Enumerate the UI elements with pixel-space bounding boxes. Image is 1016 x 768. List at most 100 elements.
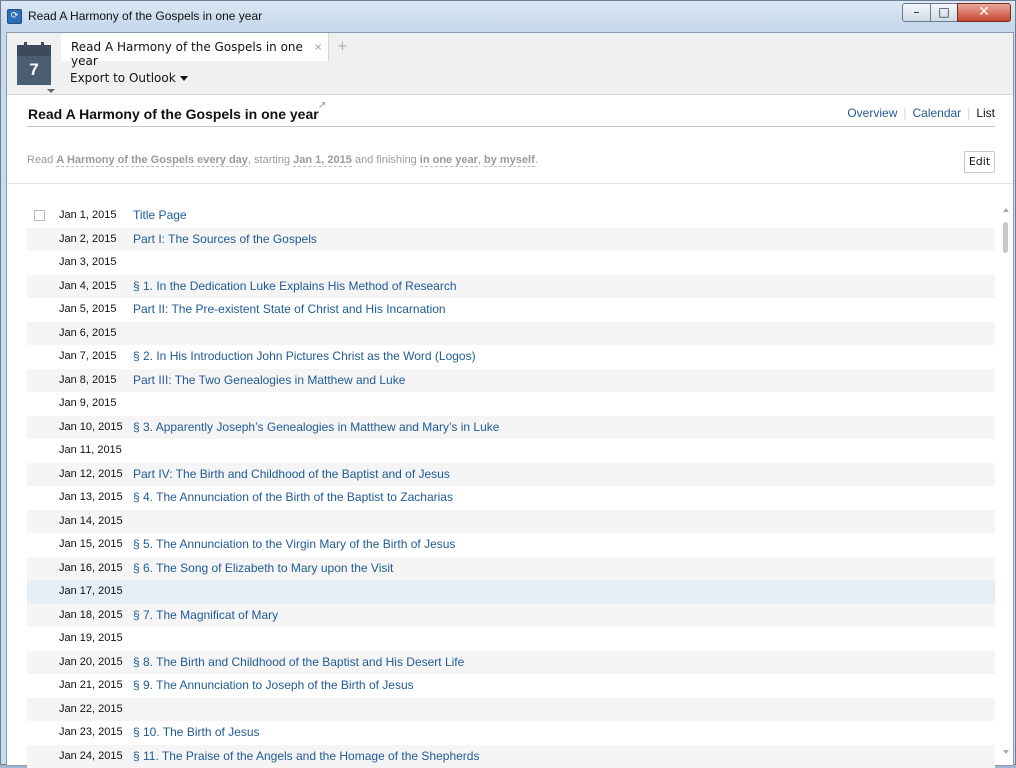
reading-link[interactable]: § 7. The Magnificat of Mary	[133, 608, 278, 622]
reading-link[interactable]: § 2. In His Introduction John Pictures C…	[133, 349, 476, 363]
scroll-up-icon[interactable]	[1003, 208, 1009, 212]
list-item[interactable]: Jan 5, 2015 Part II: The Pre-existent Sta…	[27, 298, 995, 322]
list-item[interactable]: Jan 24, 2015 § 11. The Praise of the Ange…	[27, 745, 995, 768]
app-icon: ⟳	[7, 9, 22, 24]
reading-date: Jan 21, 2015	[59, 679, 123, 691]
reading-link[interactable]: § 4. The Annunciation of the Birth of th…	[133, 490, 453, 504]
reading-date: Jan 1, 2015	[59, 209, 117, 221]
list-item[interactable]: Jan 6, 2015	[27, 322, 995, 346]
list-item[interactable]: Jan 15, 2015 § 5. The Annunciation to the…	[27, 533, 995, 557]
reading-date: Jan 13, 2015	[59, 491, 123, 503]
tab-overview[interactable]: Overview	[847, 106, 897, 120]
reading-date: Jan 23, 2015	[59, 726, 123, 738]
start-date-setting[interactable]: Jan 1, 2015	[293, 154, 352, 167]
list-item[interactable]: Jan 16, 2015 § 6. The Song of Elizabeth t…	[27, 557, 995, 581]
list-item[interactable]: Jan 7, 2015 § 2. In His Introduction John…	[27, 345, 995, 369]
minimize-button[interactable]: –	[902, 3, 931, 22]
reading-date: Jan 15, 2015	[59, 538, 123, 550]
reading-link[interactable]: Part II: The Pre-existent State of Chris…	[133, 302, 446, 316]
reading-date: Jan 3, 2015	[59, 256, 117, 268]
list-item[interactable]: Jan 19, 2015	[27, 627, 995, 651]
list-item[interactable]: Jan 1, 2015 Title Page	[27, 204, 995, 228]
list-item[interactable]: Jan 13, 2015 § 4. The Annunciation of the…	[27, 486, 995, 510]
reading-link[interactable]: § 6. The Song of Elizabeth to Mary upon …	[133, 561, 393, 575]
reading-link[interactable]: § 5. The Annunciation to the Virgin Mary…	[133, 537, 455, 551]
reading-date: Jan 16, 2015	[59, 562, 123, 574]
app-window: ⟳ Read A Harmony of the Gospels in one y…	[0, 0, 1016, 765]
view-switcher: Overview|Calendar|List	[847, 106, 995, 120]
close-button[interactable]: ✕	[957, 3, 1011, 22]
calendar-icon[interactable]: 7	[17, 45, 51, 85]
frequency-setting[interactable]: every day	[197, 154, 248, 167]
tab-calendar[interactable]: Calendar	[912, 106, 961, 120]
reading-date: Jan 14, 2015	[59, 515, 123, 527]
maximize-button[interactable]: □	[930, 3, 958, 22]
chevron-down-icon	[180, 76, 188, 81]
scroll-down-icon[interactable]	[1003, 750, 1009, 754]
reading-link[interactable]: § 8. The Birth and Childhood of the Bapt…	[133, 655, 464, 669]
list-item[interactable]: Jan 3, 2015	[27, 251, 995, 275]
list-item[interactable]: Jan 17, 2015	[27, 580, 995, 604]
reading-link[interactable]: Title Page	[133, 208, 187, 222]
scrollbar[interactable]	[1000, 204, 1012, 767]
reading-date: Jan 5, 2015	[59, 303, 117, 315]
plan-description: Read A Harmony of the Gospels every day,…	[27, 154, 538, 166]
reading-link[interactable]: § 9. The Annunciation to Joseph of the B…	[133, 678, 414, 692]
divider	[27, 126, 995, 127]
list-item[interactable]: Jan 14, 2015	[27, 510, 995, 534]
client-area: 7 Read A Harmony of the Gospels in one y…	[6, 32, 1014, 766]
list-item[interactable]: Jan 4, 2015§ 1. In the Dedication Luke E…	[27, 275, 995, 299]
page-title: Read A Harmony of the Gospels in one yea…	[28, 106, 319, 122]
list-item[interactable]: Jan 21, 2015 § 9. The Annunciation to Jos…	[27, 674, 995, 698]
reading-date: Jan 10, 2015	[59, 421, 123, 433]
list-item[interactable]: Jan 18, 2015§ 7. The Magnificat of Mary	[27, 604, 995, 628]
list-item[interactable]: Jan 8, 2015 Part III: The Two Genealogies…	[27, 369, 995, 393]
completed-checkbox[interactable]	[34, 210, 45, 221]
rename-pencil-icon[interactable]: ↗	[318, 100, 326, 111]
duration-setting[interactable]: in one year	[420, 154, 478, 167]
reading-link[interactable]: § 3. Apparently Joseph’s Genealogies in …	[133, 420, 499, 434]
list-item[interactable]: Jan 2, 2015 Part I: The Sources of the Go…	[27, 228, 995, 252]
export-to-outlook-button[interactable]: Export to Outlook	[70, 71, 188, 85]
list-item[interactable]: Jan 22, 2015	[27, 698, 995, 722]
close-icon: ✕	[958, 4, 1010, 21]
reading-list: Jan 1, 2015 Title Page Jan 2, 2015 Part I: …	[27, 204, 995, 768]
reading-date: Jan 8, 2015	[59, 374, 117, 386]
add-tab-button[interactable]: +	[337, 39, 348, 54]
reading-link[interactable]: § 11. The Praise of the Angels and the H…	[133, 749, 479, 763]
maximize-icon: □	[931, 4, 957, 21]
participants-setting[interactable]: by myself	[484, 154, 535, 167]
reading-date: Jan 24, 2015	[59, 750, 123, 762]
reading-date: Jan 11, 2015	[59, 444, 122, 456]
toolbar: 7 Read A Harmony of the Gospels in one y…	[7, 33, 1013, 95]
tab-list[interactable]: List	[976, 106, 995, 120]
list-item[interactable]: Jan 23, 2015 § 10. The Birth of Jesus	[27, 721, 995, 745]
list-item[interactable]: Jan 11, 2015	[27, 439, 995, 463]
divider	[7, 183, 1013, 184]
edit-button[interactable]: Edit	[964, 151, 995, 173]
list-item[interactable]: Jan 12, 2015Part IV: The Birth and Child…	[27, 463, 995, 487]
reading-date: Jan 20, 2015	[59, 656, 123, 668]
reading-date: Jan 17, 2015	[59, 585, 123, 597]
reading-date: Jan 2, 2015	[59, 233, 117, 245]
reading-link[interactable]: § 10. The Birth of Jesus	[133, 725, 260, 739]
scrollbar-thumb[interactable]	[1003, 222, 1008, 253]
list-item[interactable]: Jan 20, 2015 § 8. The Birth and Childhood…	[27, 651, 995, 675]
minimize-icon: –	[903, 4, 930, 21]
tab-label: Read A Harmony of the Gospels in one yea…	[71, 40, 328, 68]
reading-date: Jan 7, 2015	[59, 350, 117, 362]
reading-date: Jan 6, 2015	[59, 327, 117, 339]
calendar-icon-number: 7	[17, 56, 51, 85]
tab-reading-plan[interactable]: Read A Harmony of the Gospels in one yea…	[61, 33, 329, 61]
book-setting[interactable]: A Harmony of the Gospels	[56, 154, 194, 167]
reading-link[interactable]: Part IV: The Birth and Childhood of the …	[133, 467, 450, 481]
reading-link[interactable]: § 1. In the Dedication Luke Explains His…	[133, 279, 457, 293]
reading-link[interactable]: Part I: The Sources of the Gospels	[133, 232, 317, 246]
reading-link[interactable]: Part III: The Two Genealogies in Matthew…	[133, 373, 405, 387]
tab-close-icon[interactable]: ×	[314, 42, 322, 53]
calendar-menu-caret-icon[interactable]	[47, 89, 55, 93]
list-item[interactable]: Jan 9, 2015	[27, 392, 995, 416]
list-item[interactable]: Jan 10, 2015 § 3. Apparently Joseph’s Gen…	[27, 416, 995, 440]
title-bar[interactable]: ⟳ Read A Harmony of the Gospels in one y…	[1, 1, 1015, 31]
window-title: Read A Harmony of the Gospels in one yea…	[28, 9, 262, 23]
